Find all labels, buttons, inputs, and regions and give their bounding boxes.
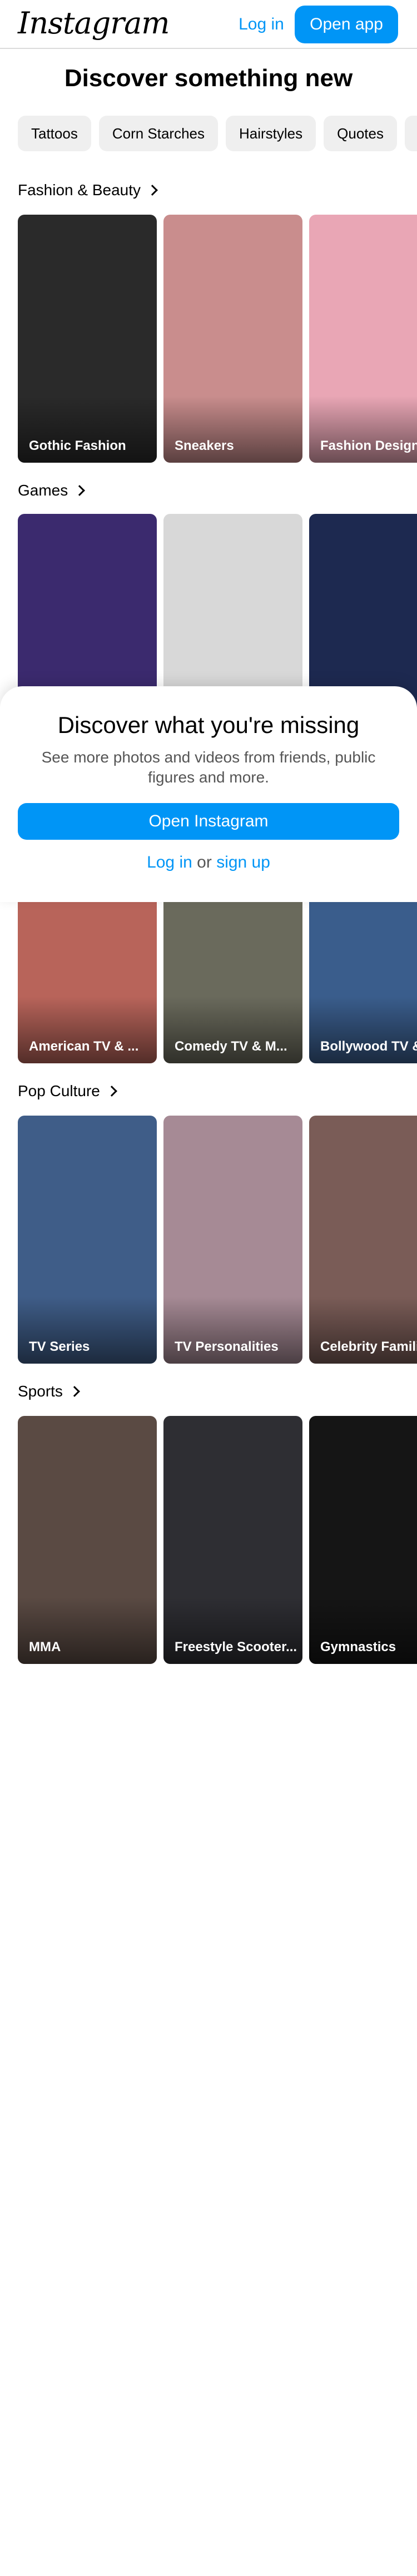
- sheet-or-text: or: [197, 853, 212, 871]
- chevron-right-icon: [74, 485, 86, 496]
- section-title-label: Fashion & Beauty: [18, 181, 141, 199]
- login-link[interactable]: Log in: [234, 11, 289, 38]
- section-title-label: Games: [18, 482, 68, 499]
- card-label: Sneakers: [175, 438, 234, 453]
- chip-corn-starches[interactable]: Corn Starches: [98, 116, 219, 151]
- chevron-right-icon: [106, 1086, 117, 1097]
- chevron-right-icon: [69, 1386, 80, 1397]
- chip-hairstyles[interactable]: Hairstyles: [226, 116, 316, 151]
- section-title-label: Pop Culture: [18, 1082, 100, 1099]
- card-fashion-design[interactable]: Fashion Design: [309, 215, 417, 463]
- instagram-logo[interactable]: Instagram: [18, 2, 170, 44]
- card-label: Fashion Design: [320, 438, 417, 453]
- chip-quotes[interactable]: Quotes: [324, 116, 397, 151]
- card-label: Celebrity Families: [320, 1339, 417, 1354]
- card-label: TV Series: [29, 1339, 90, 1354]
- sheet-title: Discover what you're missing: [57, 712, 360, 738]
- section-title-pop-culture[interactable]: Pop Culture: [18, 1080, 117, 1102]
- chip-ph[interactable]: Ph: [404, 116, 417, 151]
- card-gothic-fashion[interactable]: Gothic Fashion: [18, 215, 157, 463]
- sheet-auth-links: Log in or sign up: [0, 853, 417, 872]
- section-row-pop-culture: TV Series TV Personalities Celebrity Fam…: [18, 1116, 417, 1364]
- card-tv-series[interactable]: TV Series: [18, 1116, 157, 1364]
- topic-chips: TattoosCorn StarchesHairstylesQuotesPh: [18, 116, 417, 151]
- sheet-login-link[interactable]: Log in: [147, 853, 192, 871]
- card-tv-personalities[interactable]: TV Personalities: [163, 1116, 302, 1364]
- card-sneakers[interactable]: Sneakers: [163, 215, 302, 463]
- sheet-signup-link[interactable]: sign up: [216, 853, 270, 871]
- page-title: Discover something new: [64, 65, 353, 92]
- card-mma[interactable]: MMA: [18, 1416, 157, 1664]
- sheet-subtitle: See more photos and videos from friends,…: [41, 749, 376, 786]
- card-freestyle-scooter[interactable]: Freestyle Scooter...: [163, 1416, 302, 1664]
- chip-tattoos[interactable]: Tattoos: [18, 116, 91, 151]
- section-row-sports: MMA Freestyle Scooter... Gymnastics: [18, 1416, 417, 1664]
- card-label: American TV & ...: [29, 1039, 139, 1054]
- section-title-label: Sports: [18, 1383, 63, 1400]
- chevron-right-icon: [147, 185, 158, 196]
- card-celebrity-families[interactable]: Celebrity Families: [309, 1116, 417, 1364]
- card-label: Gothic Fashion: [29, 438, 126, 453]
- section-title-games[interactable]: Games: [18, 479, 86, 502]
- card-label: Freestyle Scooter...: [175, 1639, 297, 1654]
- open-app-button[interactable]: Open app: [295, 6, 398, 43]
- card-label: Gymnastics: [320, 1639, 396, 1654]
- card-label: Comedy TV & M...: [175, 1039, 287, 1054]
- open-instagram-button[interactable]: Open Instagram: [18, 803, 399, 840]
- card-label: TV Personalities: [175, 1339, 279, 1354]
- section-title-sports[interactable]: Sports: [18, 1380, 80, 1403]
- section-title-fashion-beauty[interactable]: Fashion & Beauty: [18, 179, 158, 201]
- card-gymnastics[interactable]: Gymnastics: [309, 1416, 417, 1664]
- card-label: MMA: [29, 1639, 61, 1654]
- login-prompt-sheet: Discover what you're missing See more ph…: [0, 686, 417, 902]
- section-row-fashion-beauty: Gothic Fashion Sneakers Fashion Design: [18, 215, 417, 463]
- top-bar: Instagram Log in Open app: [0, 0, 417, 49]
- card-label: Bollywood TV &: [320, 1039, 417, 1054]
